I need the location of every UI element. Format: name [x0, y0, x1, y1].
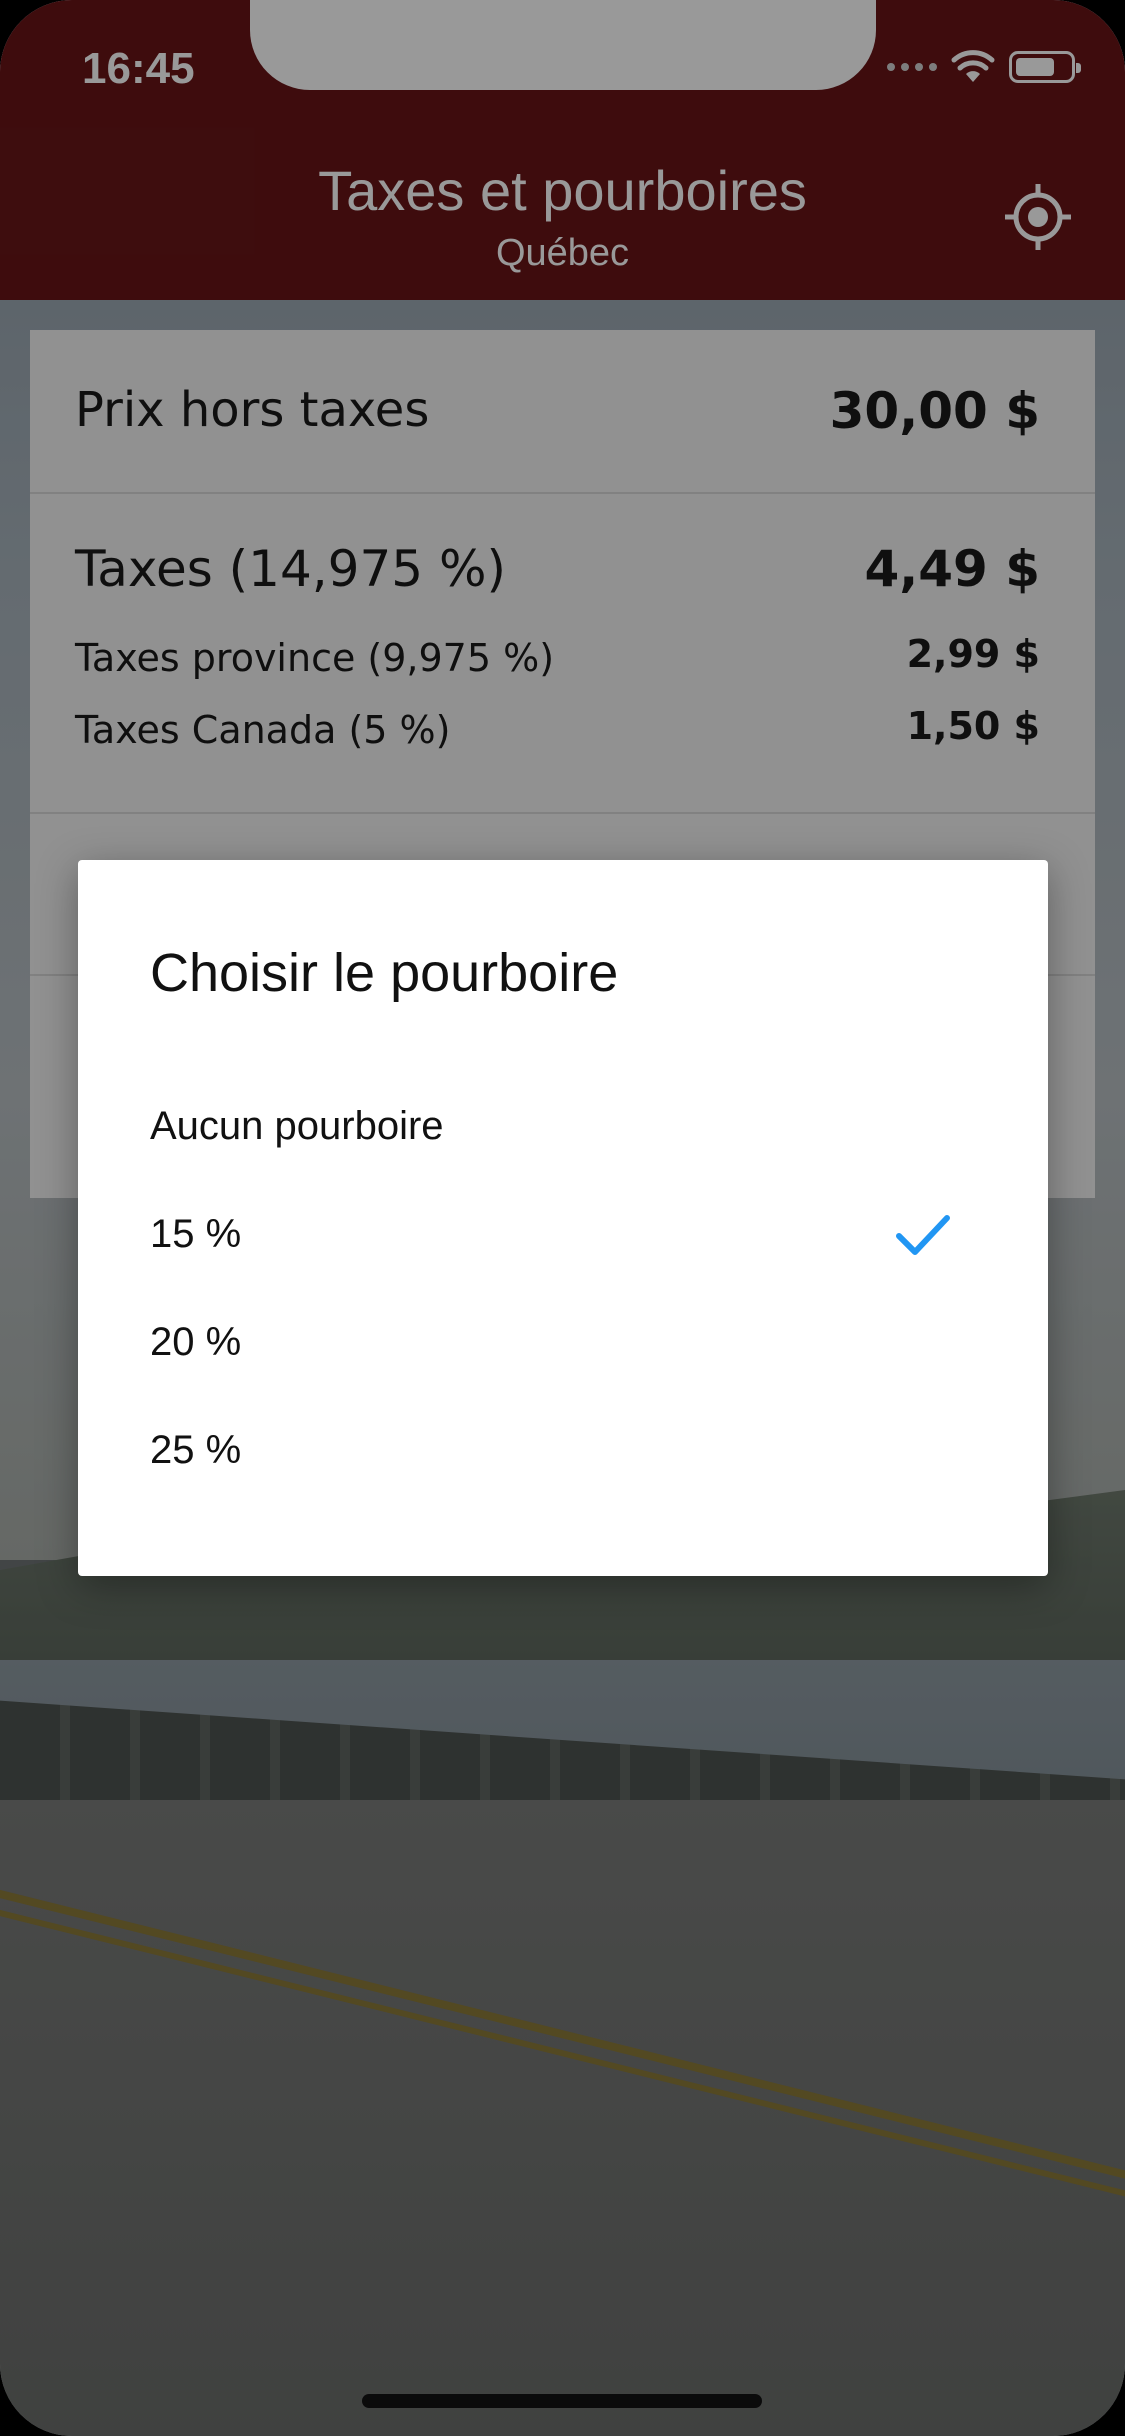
phone-screen: 16:45 Taxes et pourboires Québec Prix ho…	[0, 0, 1125, 2436]
home-indicator[interactable]	[362, 2394, 762, 2408]
tip-option-label: 25 %	[150, 1428, 242, 1472]
tip-option-label: 20 %	[150, 1320, 242, 1364]
tip-option-label: Aucun pourboire	[150, 1104, 444, 1148]
dialog-title: Choisir le pourboire	[150, 943, 619, 1003]
tip-option-25[interactable]: 25 %	[78, 1398, 1048, 1506]
checkmark-icon	[896, 1215, 950, 1255]
tip-option-20[interactable]: 20 %	[78, 1290, 1048, 1398]
tip-option-none[interactable]: Aucun pourboire	[78, 1074, 1048, 1182]
tip-option-label: 15 %	[150, 1212, 242, 1256]
tip-picker-dialog: Choisir le pourboire Aucun pourboire 15 …	[78, 860, 1048, 1576]
tip-option-15[interactable]: 15 %	[78, 1182, 1048, 1290]
